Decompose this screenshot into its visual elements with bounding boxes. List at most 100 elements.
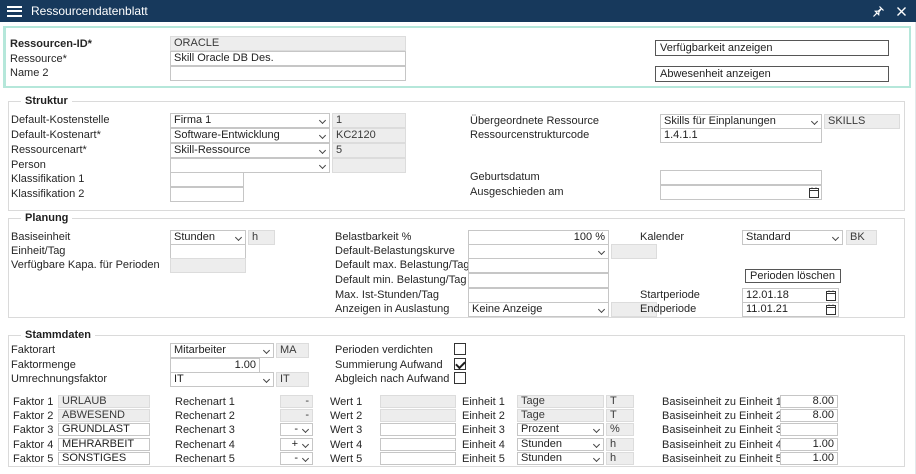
rechenart1-label: Rechenart 1	[175, 396, 235, 409]
close-icon[interactable]	[896, 6, 907, 17]
basiseinheit-zu-einheit3-field[interactable]	[780, 423, 838, 436]
chevron-down-icon	[319, 147, 326, 154]
ressource-field[interactable]: Skill Oracle DB Des.	[170, 51, 406, 66]
geburtsdatum-field[interactable]	[660, 170, 822, 185]
einheit3-select[interactable]: Prozent	[517, 423, 604, 436]
startperiode-field[interactable]: 12.01.18	[742, 288, 839, 303]
faktor4-label: Faktor 4	[13, 439, 53, 452]
max-ist-stunden-field[interactable]	[468, 288, 609, 303]
basiseinheit-zu-einheit5-field[interactable]: 1.00	[780, 452, 838, 465]
umrechnungsfaktor-select[interactable]: IT	[170, 372, 274, 387]
default-min-belastung-field[interactable]	[468, 273, 609, 288]
default-belastungskurve-select[interactable]	[468, 244, 609, 259]
faktor2-field: ABWESEND	[58, 409, 150, 422]
wert4-label: Wert 4	[330, 439, 362, 452]
chevron-down-icon	[235, 234, 242, 241]
geburtsdatum-label: Geburtsdatum	[470, 171, 540, 184]
perioden-loeschen-button[interactable]: Perioden löschen	[745, 269, 841, 283]
default-kostenstelle-select[interactable]: Firma 1	[170, 113, 330, 128]
person-select[interactable]	[170, 158, 330, 173]
basiseinheit-select[interactable]: Stunden	[170, 230, 246, 245]
summierung-aufwand-checkbox[interactable]	[454, 358, 466, 370]
rechenart5-select[interactable]: -	[280, 452, 313, 465]
default-max-belastung-field[interactable]	[468, 258, 609, 273]
ressourcenstrukturcode-field[interactable]: 1.4.1.1	[660, 128, 822, 143]
rechenart3-select[interactable]: -	[280, 423, 313, 436]
faktor1-label: Faktor 1	[13, 396, 53, 409]
pin-icon[interactable]	[872, 5, 885, 18]
summierung-aufwand-label: Summierung Aufwand	[335, 359, 443, 372]
einheit-tag-field[interactable]	[170, 244, 246, 259]
rechenart2-field: -	[280, 409, 313, 422]
faktormenge-field[interactable]: 1.00	[170, 358, 260, 373]
basiseinheit-zu-einheit4-field[interactable]: 1.00	[780, 438, 838, 451]
chevron-down-icon	[263, 347, 270, 354]
chevron-down-icon	[319, 162, 326, 169]
uebergeordnete-ressource-code: SKILLS	[824, 114, 900, 129]
faktor1-field: URLAUB	[58, 395, 150, 408]
ressourcenart-select[interactable]: Skill-Ressource	[170, 143, 330, 158]
stammdaten-legend: Stammdaten	[21, 329, 95, 341]
anzeigen-in-auslastung-select[interactable]: Keine Anzeige	[468, 302, 609, 317]
calendar-icon[interactable]	[809, 187, 819, 198]
einheit5-label: Einheit 5	[462, 453, 505, 466]
uebergeordnete-ressource-label: Übergeordnete Ressource	[470, 115, 599, 128]
klassifikation2-field[interactable]	[170, 187, 244, 202]
default-max-belastung-label: Default max. Belastung/Tag	[335, 259, 470, 272]
faktorart-select[interactable]: Mitarbeiter	[170, 343, 274, 358]
anzeigen-in-auslastung-label: Anzeigen in Auslastung	[335, 303, 449, 316]
wert5-field[interactable]	[380, 452, 456, 465]
calendar-icon[interactable]	[826, 304, 836, 315]
klassifikation2-label: Klassifikation 2	[11, 188, 84, 201]
planung-legend: Planung	[21, 212, 72, 224]
einheit4-select[interactable]: Stunden	[517, 438, 604, 451]
faktor4-field[interactable]: MEHRARBEIT	[58, 438, 150, 451]
title-bar: Ressourcendatenblatt	[0, 0, 916, 22]
name2-field[interactable]	[170, 66, 406, 81]
belastbarkeit-field[interactable]: 100 %	[468, 230, 609, 245]
einheit4-code: h	[606, 438, 634, 451]
chevron-down-icon	[302, 426, 309, 433]
person-label: Person	[11, 159, 46, 172]
ausgeschieden-am-field[interactable]	[660, 185, 822, 200]
uebergeordnete-ressource-select[interactable]: Skills für Einplanungen	[660, 114, 822, 129]
ressourcenart-code: 5	[332, 143, 406, 158]
wert3-label: Wert 3	[330, 424, 362, 437]
einheit5-select[interactable]: Stunden	[517, 452, 604, 465]
abwesenheit-anzeigen-button[interactable]: Abwesenheit anzeigen	[655, 66, 889, 82]
klassifikation1-field[interactable]	[170, 172, 244, 187]
einheit1-code: T	[606, 395, 634, 408]
abgleich-nach-aufwand-checkbox[interactable]	[454, 372, 466, 384]
faktor2-label: Faktor 2	[13, 410, 53, 423]
startperiode-label: Startperiode	[640, 289, 700, 302]
ausgeschieden-am-label: Ausgeschieden am	[470, 186, 564, 199]
wert2-label: Wert 2	[330, 410, 362, 423]
menu-icon[interactable]	[7, 6, 22, 17]
chevron-down-icon	[598, 248, 605, 255]
default-kostenart-label: Default-Kostenart*	[11, 129, 101, 142]
default-kostenart-select[interactable]: Software-Entwicklung	[170, 128, 330, 143]
faktor5-label: Faktor 5	[13, 453, 53, 466]
wert3-field[interactable]	[380, 423, 456, 436]
rechenart4-select[interactable]: +	[280, 438, 313, 451]
kalender-select[interactable]: Standard	[742, 230, 843, 245]
wert4-field[interactable]	[380, 438, 456, 451]
default-kostenart-code: KC2120	[332, 128, 406, 143]
calendar-icon[interactable]	[826, 290, 836, 301]
faktor3-field[interactable]: GRUNDLAST	[58, 423, 150, 436]
perioden-verdichten-checkbox[interactable]	[454, 343, 466, 355]
chevron-down-icon	[319, 132, 326, 139]
ressourcen-id-field: ORACLE	[170, 36, 406, 51]
basiseinheit-code: h	[248, 230, 275, 245]
chevron-down-icon	[832, 234, 839, 241]
belastbarkeit-label: Belastbarkeit %	[335, 231, 411, 244]
basiseinheit-zu-einheit1-field[interactable]: 8.00	[780, 395, 838, 408]
faktor5-field[interactable]: SONSTIGES	[58, 452, 150, 465]
kalender-label: Kalender	[640, 231, 684, 244]
endperiode-field[interactable]: 11.01.21	[742, 302, 839, 317]
faktor3-label: Faktor 3	[13, 424, 53, 437]
chevron-down-icon	[302, 455, 309, 462]
verfuegbarkeit-anzeigen-button[interactable]: Verfügbarkeit anzeigen	[655, 40, 889, 56]
max-ist-stunden-label: Max. Ist-Stunden/Tag	[335, 289, 439, 302]
basiseinheit-zu-einheit2-field[interactable]: 8.00	[780, 409, 838, 422]
